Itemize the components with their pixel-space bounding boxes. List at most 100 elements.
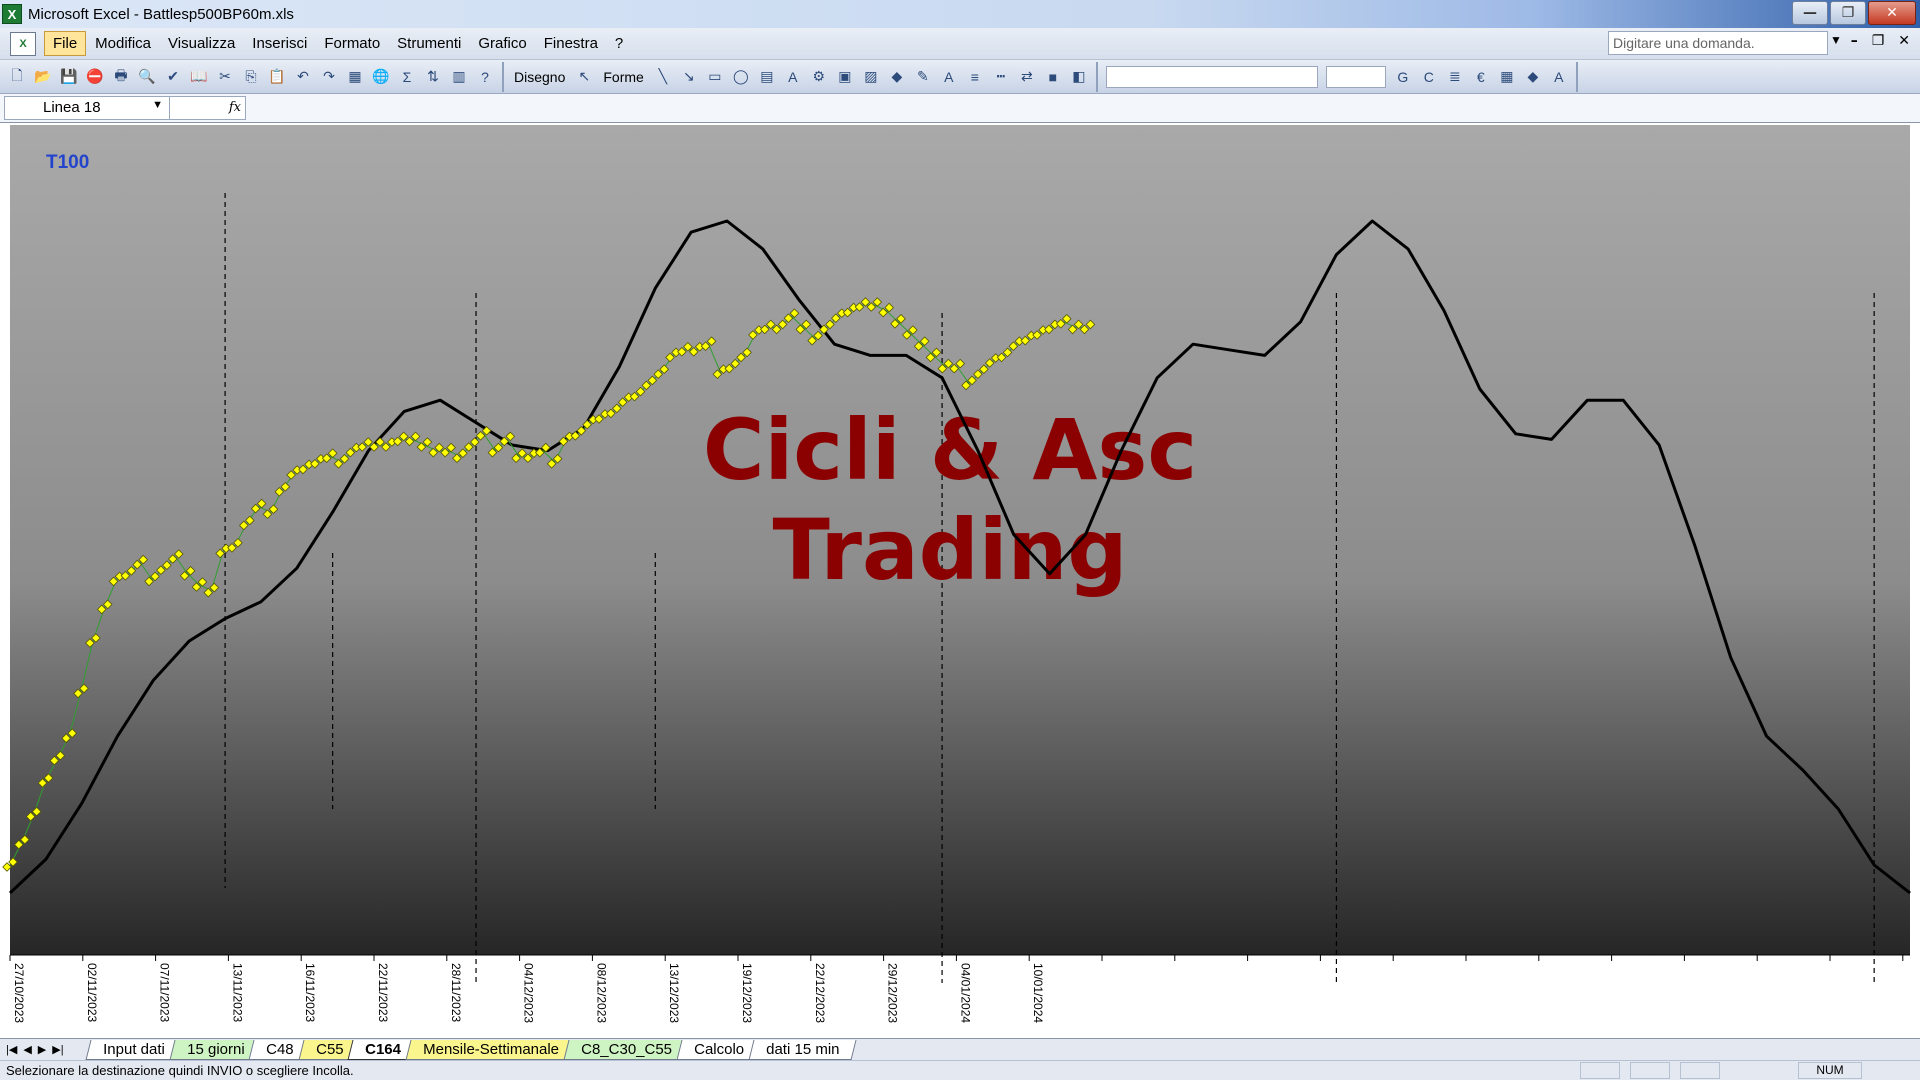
doc-restore-icon[interactable]: ❐: [1872, 33, 1885, 49]
close-button[interactable]: ✕: [1868, 1, 1916, 25]
new-icon[interactable]: 🗋: [6, 66, 28, 88]
chart-icon[interactable]: ▥: [448, 66, 470, 88]
menu-modifica[interactable]: Modifica: [87, 32, 159, 55]
fill-icon[interactable]: ◆: [1522, 66, 1544, 88]
x-tick-label: 28/11/2023: [449, 963, 463, 1022]
status-cell: [1630, 1062, 1670, 1079]
drawing-toolbar: Disegno ↖ Forme ╲ ↘ ▭ ◯ ▤ A ⚙ ▣ ▨ ◆ ✎ A …: [504, 61, 1098, 92]
open-icon[interactable]: 📂: [32, 66, 54, 88]
menu-bar: X File Modifica Visualizza Inserisci For…: [0, 28, 1920, 60]
cycle-chart[interactable]: Cicli & Asc Trading T100 27/10/2023 02/11…: [0, 123, 1920, 1039]
first-sheet-icon[interactable]: |◀: [6, 1043, 17, 1056]
shapes-menu[interactable]: Forme: [597, 69, 649, 85]
cut-icon[interactable]: ✂: [214, 66, 236, 88]
window-title: Microsoft Excel - Battlesp500BP60m.xls: [28, 5, 294, 23]
bold-icon[interactable]: G: [1392, 66, 1414, 88]
line-color-icon[interactable]: ✎: [912, 66, 934, 88]
standard-toolbar: 🗋 📂 💾 ⛔ 🖶 🔍 ✔ 📖 ✂ ⎘ 📋 ↶ ↷ ▦ 🌐 Σ ⇅ ▥ ?: [0, 61, 504, 92]
sheet-tab-label: Mensile-Settimanale: [423, 1040, 560, 1058]
rectangle-icon[interactable]: ▭: [704, 66, 726, 88]
menu-grafico[interactable]: Grafico: [470, 32, 534, 55]
permission-icon[interactable]: ⛔: [84, 66, 106, 88]
menu-formato[interactable]: Formato: [316, 32, 388, 55]
excel-icon[interactable]: X: [2, 4, 22, 24]
status-cell: [1680, 1062, 1720, 1079]
status-bar: Selezionare la destinazione quindi INVIO…: [0, 1060, 1920, 1080]
toolbar: 🗋 📂 💾 ⛔ 🖶 🔍 ✔ 📖 ✂ ⎘ 📋 ↶ ↷ ▦ 🌐 Σ ⇅ ▥ ? Di…: [0, 60, 1920, 94]
menu-help[interactable]: ?: [607, 32, 631, 55]
line-style-icon[interactable]: ≡: [964, 66, 986, 88]
chevron-down-icon[interactable]: ▼: [152, 99, 163, 111]
shadow-icon[interactable]: ■: [1042, 66, 1064, 88]
sheet-tab[interactable]: C8_C30_C55: [563, 1039, 690, 1060]
chart-sheet[interactable]: Cicli & Asc Trading T100 27/10/2023 02/11…: [0, 122, 1920, 1038]
x-tick-label: 08/12/2023: [594, 963, 608, 1023]
help-icon[interactable]: ?: [474, 66, 496, 88]
undo-icon[interactable]: ↶: [292, 66, 314, 88]
arrow-style-icon[interactable]: ⇄: [1016, 66, 1038, 88]
sheet-tab-label: C164: [365, 1040, 402, 1058]
sheet-tab[interactable]: dati 15 min: [748, 1039, 857, 1060]
workbook-icon[interactable]: X: [10, 31, 36, 56]
menu-strumenti[interactable]: Strumenti: [389, 32, 469, 55]
diagram-icon[interactable]: ⚙: [808, 66, 830, 88]
wordart-icon[interactable]: A: [782, 66, 804, 88]
minimize-button[interactable]: —: [1792, 1, 1828, 25]
clipart-icon[interactable]: ▣: [834, 66, 856, 88]
fx-button[interactable]: fx: [170, 96, 246, 120]
chevron-down-icon[interactable]: ▼: [1830, 33, 1842, 47]
menu-file[interactable]: File: [44, 31, 87, 56]
sheet-tab[interactable]: Mensile-Settimanale: [405, 1039, 577, 1060]
sheet-tab[interactable]: 15 giorni: [169, 1039, 262, 1060]
help-search-input[interactable]: Digitare una domanda.: [1608, 31, 1828, 55]
menu-visualizza[interactable]: Visualizza: [160, 32, 243, 55]
font-name-select[interactable]: [1105, 65, 1318, 88]
picture-icon[interactable]: ▨: [860, 66, 882, 88]
borders-icon[interactable]: ▦: [1496, 66, 1518, 88]
menu-inserisci[interactable]: Inserisci: [244, 32, 315, 55]
research-icon[interactable]: 📖: [188, 66, 210, 88]
x-tick-label: 02/11/2023: [85, 963, 99, 1022]
3d-icon[interactable]: ◧: [1068, 66, 1090, 88]
paste-icon[interactable]: 📋: [266, 66, 288, 88]
print-icon[interactable]: 🖶: [110, 66, 132, 88]
euro-icon[interactable]: €: [1470, 66, 1492, 88]
menu-finestra[interactable]: Finestra: [536, 32, 606, 55]
copy-icon[interactable]: ⎘: [240, 66, 262, 88]
spelling-icon[interactable]: ✔: [162, 66, 184, 88]
next-sheet-icon[interactable]: ▶: [38, 1043, 46, 1056]
doc-minimize-icon[interactable]: –: [1851, 33, 1858, 49]
chart-corner-label: T100: [46, 152, 89, 173]
sort-icon[interactable]: ⇅: [422, 66, 444, 88]
arrow-icon[interactable]: ↘: [678, 66, 700, 88]
font-size-select[interactable]: [1325, 65, 1386, 88]
italic-icon[interactable]: C: [1418, 66, 1440, 88]
sheet-tab[interactable]: Input dati: [85, 1039, 183, 1060]
x-tick-label: 16/11/2023: [303, 963, 317, 1022]
save-icon[interactable]: 💾: [58, 66, 80, 88]
name-box[interactable]: Linea 18 ▼: [4, 96, 170, 120]
textbox-icon[interactable]: ▤: [756, 66, 778, 88]
dash-style-icon[interactable]: ┅: [990, 66, 1012, 88]
draw-menu[interactable]: Disegno: [508, 69, 571, 85]
prev-sheet-icon[interactable]: ◀: [23, 1043, 31, 1056]
doc-close-icon[interactable]: ✕: [1898, 33, 1910, 49]
text-color-icon[interactable]: A: [1548, 66, 1570, 88]
formatting-toolbar: G C ≣ € ▦ ◆ A: [1098, 61, 1578, 92]
align-center-icon[interactable]: ≣: [1444, 66, 1466, 88]
chart-wizard-icon[interactable]: ▦: [344, 66, 366, 88]
last-sheet-icon[interactable]: ▶|: [52, 1043, 63, 1056]
hyperlink-icon[interactable]: 🌐: [370, 66, 392, 88]
redo-icon[interactable]: ↷: [318, 66, 340, 88]
window-controls: — ❐ ✕: [1792, 1, 1916, 25]
font-color-icon[interactable]: A: [938, 66, 960, 88]
x-tick-label: 29/12/2023: [886, 963, 900, 1023]
print-preview-icon[interactable]: 🔍: [136, 66, 158, 88]
line-icon[interactable]: ╲: [652, 66, 674, 88]
restore-button[interactable]: ❐: [1830, 1, 1866, 25]
x-tick-label: 07/11/2023: [158, 963, 172, 1022]
select-objects-icon[interactable]: ↖: [573, 66, 595, 88]
oval-icon[interactable]: ◯: [730, 66, 752, 88]
autosum-icon[interactable]: Σ: [396, 66, 418, 88]
fill-color-icon[interactable]: ◆: [886, 66, 908, 88]
